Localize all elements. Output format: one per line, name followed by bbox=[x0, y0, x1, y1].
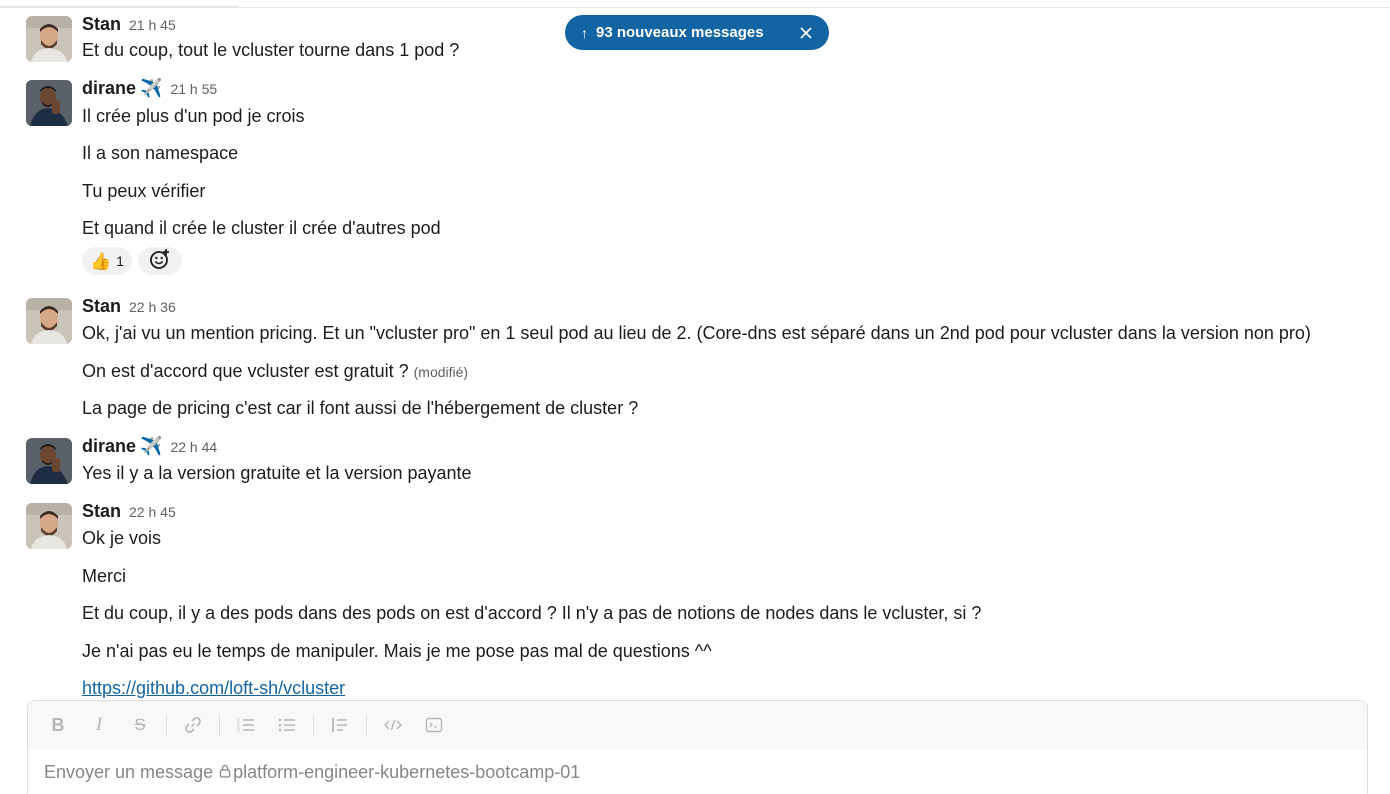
message-text: Merci bbox=[82, 566, 126, 586]
timestamp[interactable]: 21 h 45 bbox=[129, 17, 176, 33]
reaction-count: 1 bbox=[116, 253, 124, 269]
message-header: dirane ✈️ 21 h 55 bbox=[82, 78, 217, 100]
message-text: Je n'ai pas eu le temps de manipuler. Ma… bbox=[82, 641, 712, 661]
author-name[interactable]: Stan bbox=[82, 14, 121, 35]
author-name[interactable]: Stan bbox=[82, 501, 121, 522]
avatar[interactable] bbox=[26, 503, 72, 549]
author-name[interactable]: dirane bbox=[82, 78, 136, 99]
airplane-icon: ✈️ bbox=[140, 78, 163, 98]
message-list[interactable]: Stan 21 h 45 Et du coup, tout le vcluste… bbox=[0, 0, 1390, 700]
new-messages-label: 93 nouveaux messages bbox=[596, 24, 764, 41]
author-name[interactable]: dirane bbox=[82, 436, 136, 457]
message-text: Et quand il crée le cluster il crée d'au… bbox=[82, 218, 441, 238]
message-text: Ok je vois bbox=[82, 528, 162, 548]
message-text-edited: On est d'accord que vcluster est gratuit… bbox=[82, 359, 468, 384]
message-link: https://github.com/loft-sh/vcluster bbox=[82, 676, 345, 700]
message-text: Tu peux vérifier bbox=[82, 181, 206, 201]
formatting-toolbar: B I S 123 bbox=[28, 701, 1367, 749]
composer-placeholder: Envoyer un message bbox=[44, 762, 214, 782]
reaction-thumbs-up[interactable]: 👍 1 bbox=[82, 247, 132, 275]
message-text: On est d'accord que vcluster est gratuit… bbox=[82, 361, 409, 381]
strikethrough-icon[interactable]: S bbox=[124, 709, 156, 741]
code-block-icon[interactable] bbox=[418, 709, 450, 741]
airplane-icon: ✈️ bbox=[140, 436, 163, 456]
github-link[interactable]: https://github.com/loft-sh/vcluster bbox=[82, 678, 345, 698]
toolbar-divider bbox=[366, 714, 367, 736]
timestamp[interactable]: 22 h 44 bbox=[170, 439, 217, 455]
message-group: Stan 22 h 36 Ok, j'ai vu un mention pric… bbox=[26, 296, 1376, 426]
message-text: Il crée plus d'un pod je crois bbox=[82, 106, 305, 126]
lock-icon bbox=[219, 762, 231, 783]
avatar[interactable] bbox=[26, 298, 72, 344]
message-header: Stan 22 h 36 bbox=[82, 296, 176, 318]
toolbar-divider bbox=[166, 714, 167, 736]
channel-name: platform-engineer-kubernetes-bootcamp-01 bbox=[233, 762, 581, 782]
message-text: Et du coup, il y a des pods dans des pod… bbox=[82, 603, 982, 623]
avatar[interactable] bbox=[26, 16, 72, 62]
reactions-bar: 👍 1 bbox=[82, 247, 182, 275]
message-text: Ok, j'ai vu un mention pricing. Et un "v… bbox=[82, 323, 1311, 343]
new-messages-banner[interactable]: ↑ 93 nouveaux messages bbox=[565, 15, 829, 50]
edited-label: (modifié) bbox=[413, 364, 469, 380]
avatar[interactable] bbox=[26, 438, 72, 484]
message-text: Il a son namespace bbox=[82, 143, 239, 163]
message-header: Stan 22 h 45 bbox=[82, 501, 176, 523]
message-text: Et du coup, tout le vcluster tourne dans… bbox=[82, 40, 460, 60]
timestamp[interactable]: 21 h 55 bbox=[170, 81, 217, 97]
thumbs-up-icon: 👍 bbox=[90, 251, 112, 271]
arrow-up-icon: ↑ bbox=[581, 24, 588, 41]
message-header: Stan 21 h 45 bbox=[82, 14, 176, 36]
link-icon[interactable] bbox=[177, 709, 209, 741]
code-icon[interactable] bbox=[377, 709, 409, 741]
close-icon[interactable] bbox=[797, 24, 815, 42]
ordered-list-icon[interactable]: 123 bbox=[230, 709, 262, 741]
add-emoji-icon bbox=[149, 248, 171, 275]
message-text: Yes il y a la version gratuite et la ver… bbox=[82, 463, 472, 483]
message-group: dirane ✈️ 21 h 55 Il crée plus d'un pod … bbox=[26, 78, 1376, 278]
message-composer[interactable]: B I S 123 Envoyer un message platform-en bbox=[27, 700, 1368, 794]
timestamp[interactable]: 22 h 36 bbox=[129, 299, 176, 315]
add-reaction-button[interactable] bbox=[137, 247, 182, 275]
message-group: dirane ✈️ 22 h 44 Yes il y a la version … bbox=[26, 436, 1376, 488]
avatar[interactable] bbox=[26, 80, 72, 126]
italic-icon[interactable]: I bbox=[83, 709, 115, 741]
message-text: La page de pricing c'est car il font aus… bbox=[82, 398, 639, 418]
toolbar-divider bbox=[219, 714, 220, 736]
bullet-list-icon[interactable] bbox=[271, 709, 303, 741]
svg-text:3: 3 bbox=[237, 728, 240, 734]
bold-icon[interactable]: B bbox=[42, 709, 74, 741]
message-header: dirane ✈️ 22 h 44 bbox=[82, 436, 217, 458]
message-input[interactable]: Envoyer un message platform-engineer-kub… bbox=[44, 762, 580, 783]
toolbar-divider bbox=[313, 714, 314, 736]
blockquote-icon[interactable] bbox=[324, 709, 356, 741]
timestamp[interactable]: 22 h 45 bbox=[129, 504, 176, 520]
author-name[interactable]: Stan bbox=[82, 296, 121, 317]
message-group: Stan 22 h 45 Ok je vois Merci Et du coup… bbox=[26, 501, 1376, 700]
